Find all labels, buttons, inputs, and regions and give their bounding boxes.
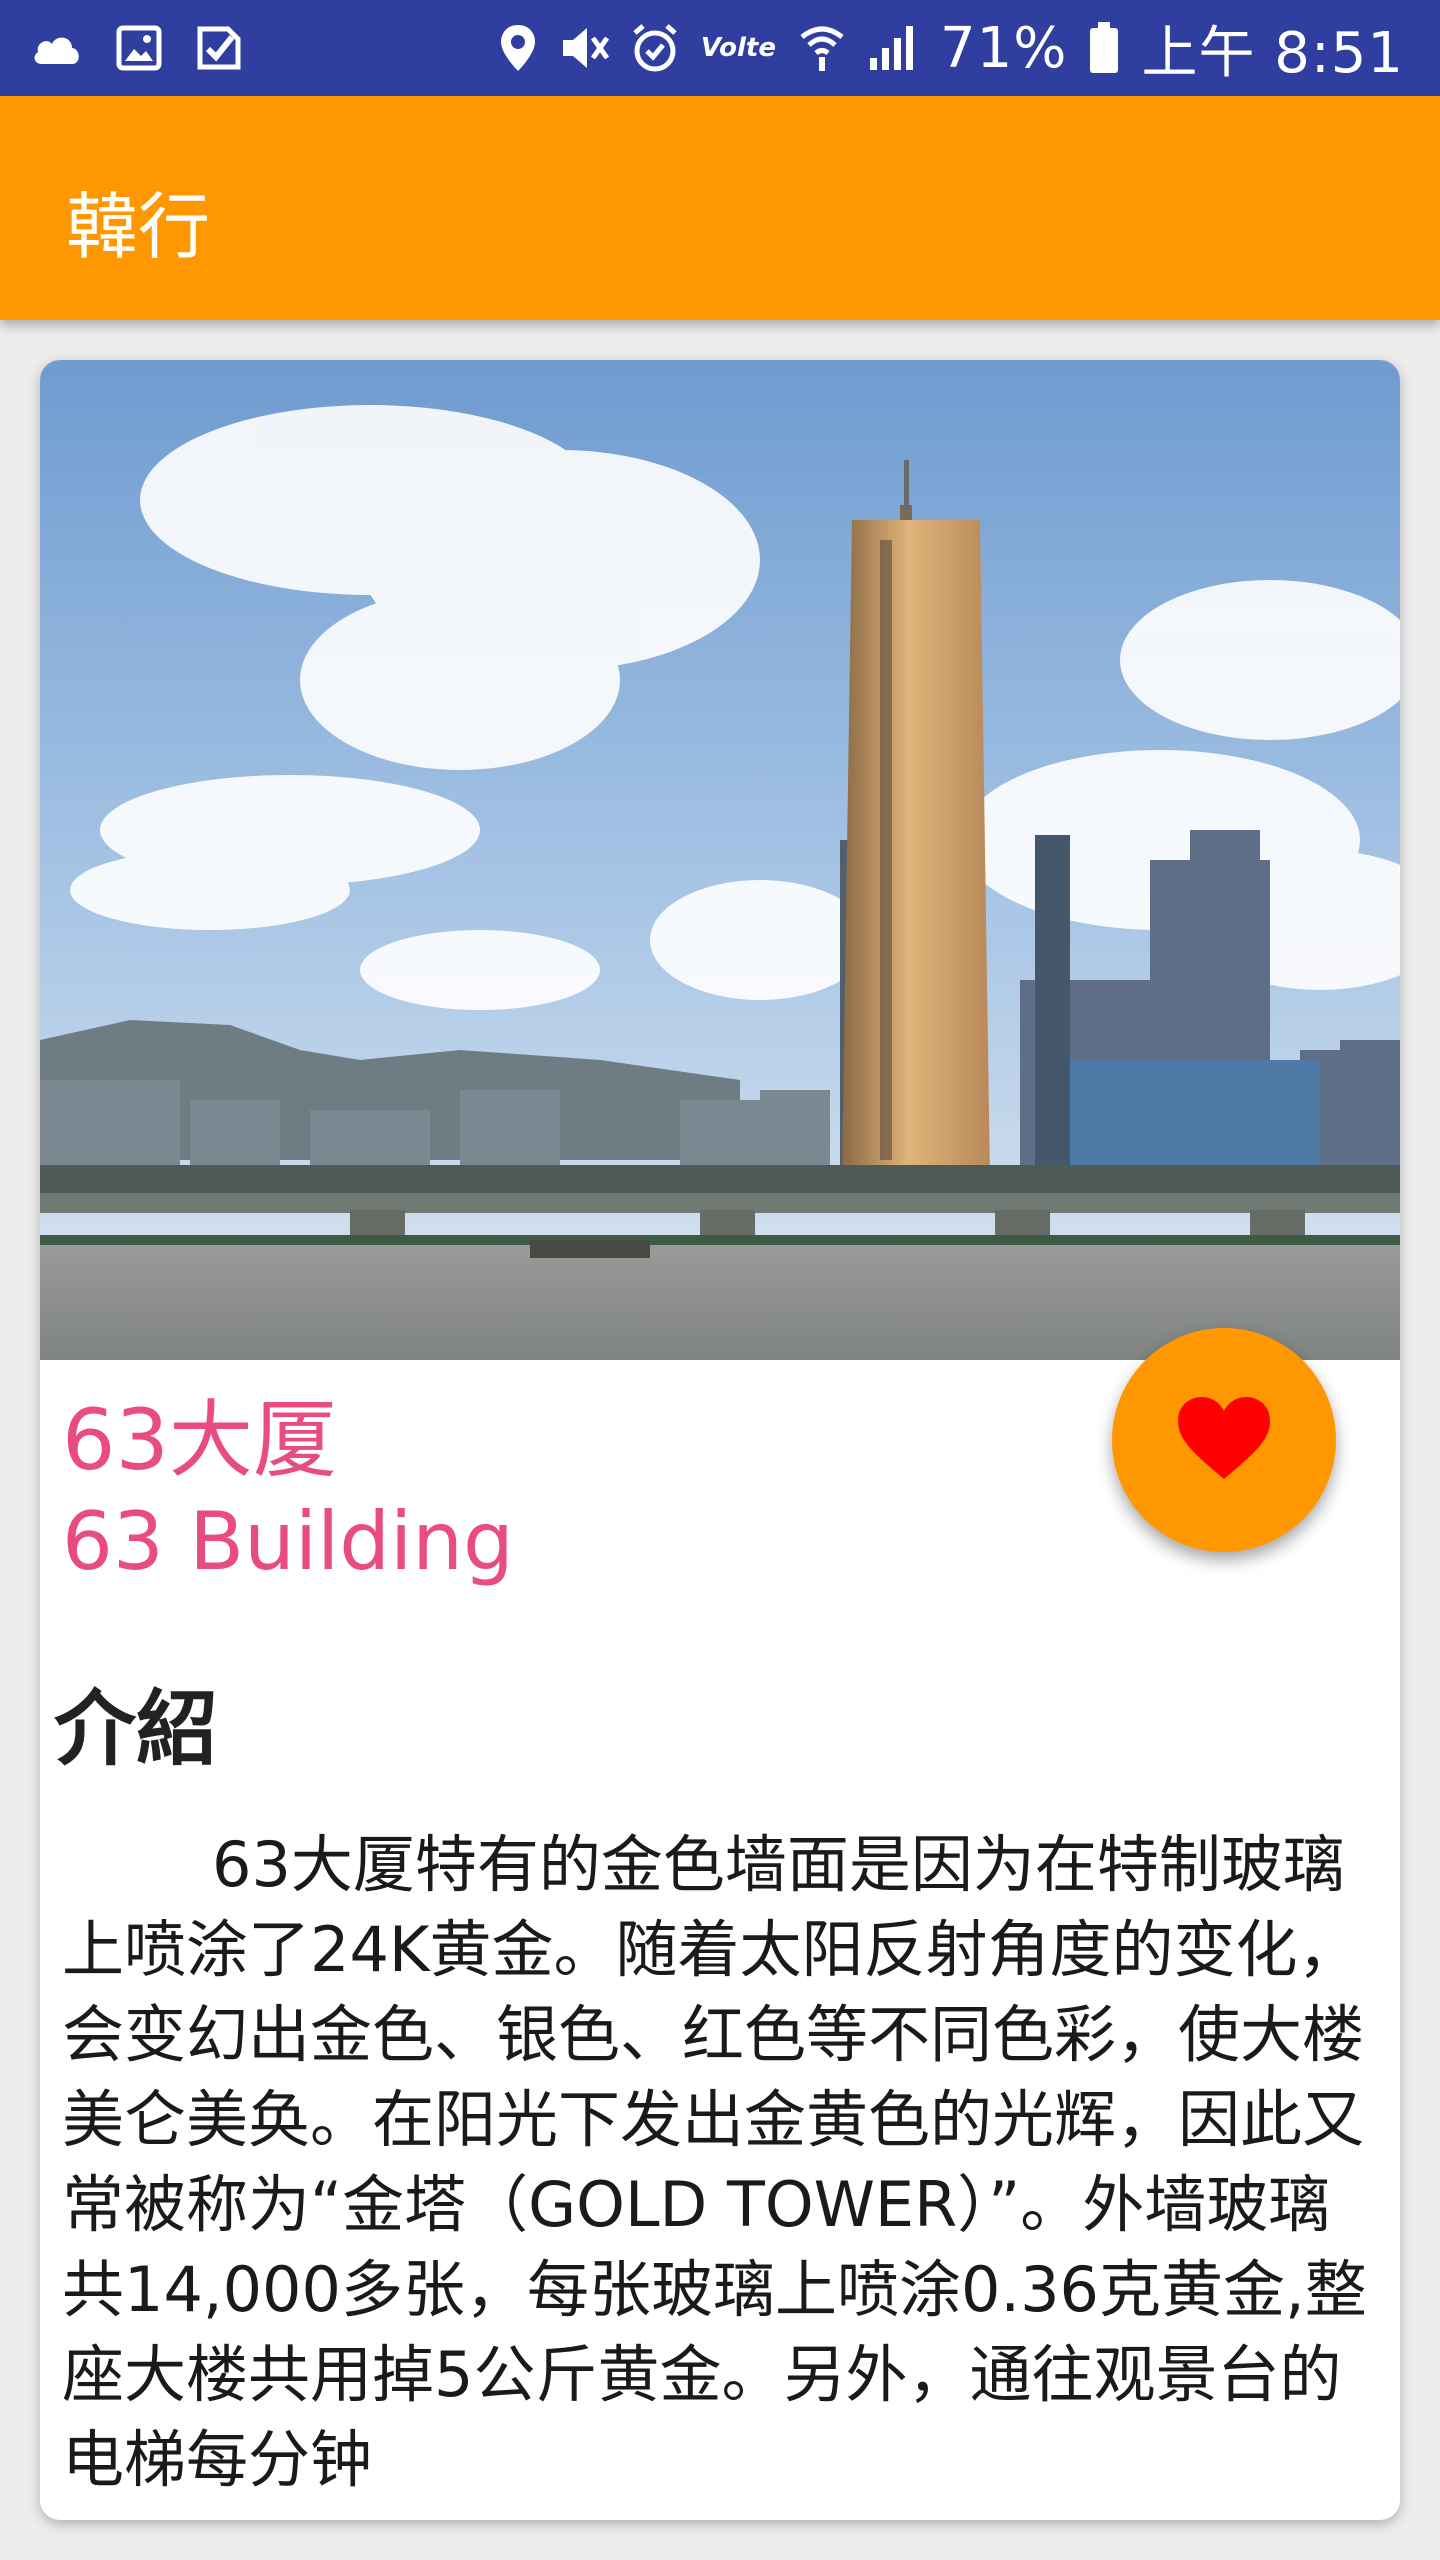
- status-left-icons: [30, 25, 276, 71]
- alarm-icon: [631, 23, 679, 73]
- battery-icon: [1089, 22, 1119, 74]
- cloud-icon: [30, 28, 82, 68]
- battery-percent: 71%: [939, 15, 1068, 81]
- favorite-button[interactable]: [1112, 1328, 1336, 1552]
- heart-icon: [1176, 1395, 1272, 1485]
- status-bar: Volte 71% 上午 8:51: [0, 0, 1440, 96]
- location-icon: [499, 23, 537, 73]
- attraction-photo: [40, 360, 1400, 1360]
- attraction-name-en: 63 Building: [62, 1495, 514, 1588]
- mute-icon: [559, 24, 609, 72]
- wifi-icon: [798, 23, 846, 73]
- volte-icon: Volte: [700, 33, 776, 63]
- attraction-name-zh: 63大厦: [62, 1391, 337, 1489]
- check-badge-icon: [196, 25, 242, 71]
- attraction-card[interactable]: 63大厦 63 Building 介紹 63大厦特有的金色墙面是因为在特制玻璃上…: [40, 360, 1400, 2520]
- app-title: 韓行: [66, 185, 211, 269]
- clock: 上午 8:51: [1141, 20, 1404, 86]
- signal-icon: [868, 24, 918, 72]
- app-bar: 韓行: [0, 96, 1440, 320]
- intro-heading: 介紹: [54, 1682, 219, 1777]
- intro-description: 63大厦特有的金色墙面是因为在特制玻璃上喷涂了24K黄金。随着太阳反射角度的变化…: [62, 1828, 1367, 2496]
- image-icon: [116, 25, 162, 71]
- status-right-icons: Volte 71% 上午 8:51: [477, 8, 1404, 89]
